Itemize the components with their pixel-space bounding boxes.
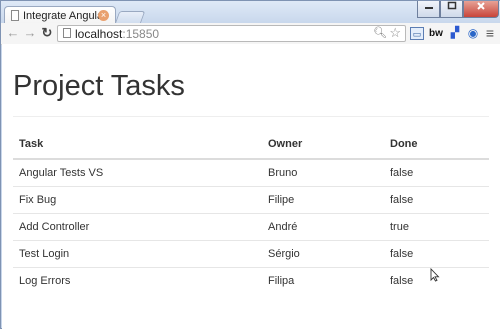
mouse-cursor-icon	[430, 268, 440, 282]
done-cell: true	[384, 213, 489, 241]
column-header-task: Task	[13, 130, 262, 160]
extension-blocks-icon[interactable]: ▞	[448, 27, 462, 40]
url-text: localhost:15850	[75, 27, 160, 41]
extension-bw-icon[interactable]: bw	[429, 27, 443, 40]
close-icon	[477, 2, 485, 10]
done-cell: false	[384, 240, 489, 268]
minimize-icon	[424, 7, 433, 9]
owner-cell: André	[262, 213, 384, 241]
magnifier-icon[interactable]: 🔍︎	[373, 26, 387, 39]
reload-icon[interactable]: ↻	[39, 25, 55, 41]
table-row: Log Errors Filipa false	[13, 267, 489, 294]
table-header-row: Task Owner Done	[13, 130, 489, 160]
maximize-icon	[447, 1, 456, 10]
done-cell: false	[390, 167, 414, 179]
task-cell: Angular Tests VS	[19, 167, 104, 179]
column-header-owner: Owner	[262, 130, 384, 160]
table-row: Fix Bug Filipe false	[13, 186, 489, 214]
table-row: Test Login Sérgio false	[13, 240, 489, 268]
owner-cell: Filipa	[262, 267, 384, 294]
table-row: Add Controller André true	[13, 213, 489, 241]
forward-arrow-icon[interactable]: →	[22, 25, 38, 41]
close-window-button[interactable]	[463, 1, 499, 18]
browser-tab[interactable]: Integrate Angular Tes ×	[4, 6, 116, 24]
done-cell: false	[384, 186, 489, 214]
back-arrow-icon[interactable]: ←	[5, 25, 21, 41]
page-info-icon	[63, 28, 71, 38]
title-bar: Integrate Angular Tes ×	[1, 1, 500, 24]
extension-window-icon[interactable]: ▭	[410, 27, 424, 40]
address-bar[interactable]: localhost:15850 🔍︎ ☆	[57, 25, 406, 42]
maximize-button[interactable]	[440, 1, 463, 18]
hamburger-menu-icon[interactable]: ≡	[483, 26, 497, 40]
table-row: Angular Tests VS Bruno false	[13, 159, 489, 187]
page-favicon-icon	[11, 10, 19, 21]
page-content: Project Tasks Task Owner Done Angular Te…	[2, 44, 500, 329]
page-title: Project Tasks	[13, 70, 185, 102]
owner-cell: Filipe	[262, 186, 384, 214]
minimize-button[interactable]	[417, 1, 440, 18]
task-cell: Add Controller	[13, 213, 262, 241]
task-cell: Log Errors	[13, 267, 262, 294]
star-icon[interactable]: ☆	[389, 25, 401, 41]
browser-toolbar: ← → ↻ localhost:15850 🔍︎ ☆ ▭ bw ▞ ◉ ≡	[1, 23, 500, 45]
extension-globe-icon[interactable]: ◉	[466, 27, 480, 40]
tasks-table: Task Owner Done Angular Tests VS Bruno f…	[13, 130, 489, 294]
tab-close-icon[interactable]: ×	[98, 10, 109, 21]
column-header-done: Done	[384, 130, 489, 160]
task-cell: Test Login	[13, 240, 262, 268]
task-cell: Fix Bug	[13, 186, 262, 214]
browser-window: Integrate Angular Tes × ← → ↻ localhost:…	[0, 0, 500, 329]
owner-cell: Bruno	[268, 167, 298, 179]
tab-title: Integrate Angular Tes	[23, 10, 101, 22]
title-divider	[13, 116, 489, 117]
owner-cell: Sérgio	[262, 240, 384, 268]
window-controls	[417, 1, 499, 19]
